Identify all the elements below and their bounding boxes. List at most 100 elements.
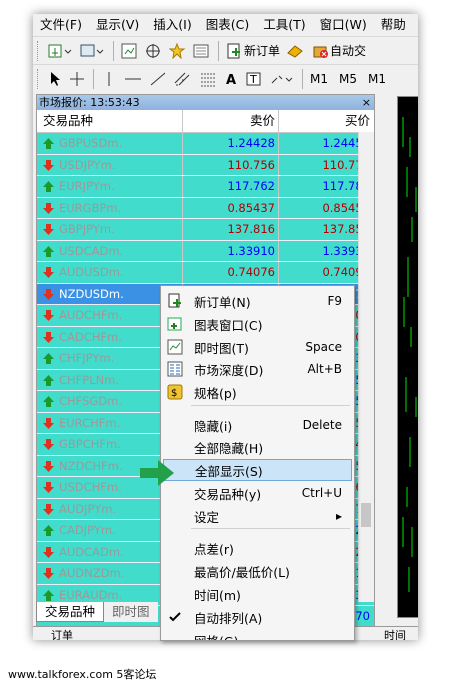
text-icon[interactable]: A (220, 68, 242, 90)
market-watch-icon[interactable] (118, 40, 142, 62)
down-arrow-icon (43, 460, 54, 472)
menu-item[interactable]: 交易品种(y) Ctrl+U (163, 482, 352, 504)
timeframe-m1[interactable]: M1 (307, 68, 331, 90)
timeframe-m15[interactable]: M1 (360, 68, 389, 90)
menu-item[interactable]: 网格(G) (163, 629, 352, 641)
menu-item[interactable]: $ 规格(p) (163, 381, 352, 403)
text-label-icon[interactable]: T (242, 68, 266, 90)
menu-view[interactable]: 显示(V) (89, 14, 146, 36)
menu-item-label: 规格(p) (194, 385, 237, 401)
market-watch-title-bar: 市场报价: 13:53:43 × (37, 95, 374, 110)
menu-item[interactable]: 图表窗口(C) (163, 313, 352, 335)
table-row[interactable]: GBPJPYm. 137.816 137.852 (37, 219, 374, 241)
table-row[interactable]: AUDUSDm. 0.74076 0.74094 (37, 262, 374, 284)
menu-window[interactable]: 窗口(W) (313, 14, 374, 36)
menu-item-label: 即时图(T) (194, 340, 249, 356)
spec-icon: $ (167, 384, 183, 400)
menu-insert[interactable]: 插入(I) (146, 14, 198, 36)
menu-item-shortcut: Delete (302, 418, 342, 432)
table-row[interactable]: GBPUSDm. 1.24428 1.24450 (37, 133, 374, 155)
depth-icon (167, 361, 183, 377)
menu-item-shortcut: Ctrl+U (301, 486, 342, 500)
menu-item[interactable]: 隐藏(i) Delete (163, 414, 352, 436)
terminal-time-label: 时间 (384, 629, 406, 640)
menu-tools[interactable]: 工具(T) (256, 14, 312, 36)
menu-item[interactable]: 点差(r) (163, 537, 352, 559)
menu-item[interactable]: 全部显示(S) (163, 459, 352, 481)
ask-column-header[interactable]: 买价 (278, 110, 374, 132)
standard-toolbar: 新订单 自动交 (33, 36, 418, 64)
menu-item-shortcut: Alt+B (307, 362, 342, 376)
menu-help[interactable]: 帮助 (374, 14, 413, 36)
navigator-icon[interactable] (142, 40, 166, 62)
menu-item[interactable]: 时间(m) (163, 583, 352, 605)
new-chart-icon[interactable] (45, 40, 77, 62)
favorites-icon[interactable] (166, 40, 190, 62)
row-symbol: EURJPYm. (59, 179, 115, 193)
new-order-icon (168, 293, 181, 308)
row-symbol: USDCADm. (59, 243, 124, 258)
table-row[interactable]: EURGBPm. 0.85437 0.85452 (37, 197, 374, 219)
menu-item-shortcut: Space (305, 340, 342, 354)
row-symbol: USDJPYm. (59, 157, 116, 172)
menu-item[interactable]: 全部隐藏(H) (163, 436, 352, 458)
up-arrow-icon (43, 353, 54, 364)
down-arrow-icon (43, 482, 54, 493)
toolbar-separator (302, 68, 303, 89)
terminal-icon[interactable] (190, 40, 214, 62)
new-order-label: 新订单 (244, 44, 281, 58)
menu-item[interactable]: 新订单(N) F9 (163, 290, 352, 312)
timeframe-m5[interactable]: M5 (331, 68, 360, 90)
vertical-scrollbar[interactable] (358, 132, 374, 602)
down-arrow-icon (43, 202, 54, 214)
arrows-icon[interactable] (266, 68, 298, 90)
menu-item[interactable]: 设定 ▸ (163, 505, 352, 527)
down-arrow-icon (43, 503, 54, 515)
up-arrow-icon (43, 589, 54, 601)
menu-item-label: 全部隐藏(H) (194, 440, 264, 456)
menu-item-label: 时间(m) (194, 587, 241, 603)
row-symbol: EURGBPm. (59, 200, 122, 215)
market-watch-header: 交易品种 卖价 买价 (37, 110, 374, 133)
menu-separator (191, 528, 350, 529)
menu-item-label: 最高价/最低价(L) (194, 564, 290, 580)
new-order-button[interactable]: 新订单 (223, 40, 283, 62)
menu-charts[interactable]: 图表(C) (199, 14, 256, 36)
menu-separator (191, 405, 350, 406)
profiles-icon[interactable] (77, 40, 109, 62)
menu-item[interactable]: 即时图(T) Space (163, 336, 352, 358)
menu-item-label: 隐藏(i) (194, 418, 233, 434)
chart-candles (402, 117, 417, 592)
vertical-line-icon[interactable] (98, 68, 120, 90)
tab-symbols[interactable]: 交易品种 (36, 602, 105, 622)
menu-item[interactable]: 最高价/最低价(L) (163, 560, 352, 582)
row-bid: 137.816 (182, 219, 278, 240)
svg-text:T: T (249, 73, 257, 86)
price-chart[interactable] (397, 96, 418, 618)
fibonacci-icon[interactable] (196, 68, 220, 90)
toolbar-grip (37, 40, 42, 61)
symbol-column-header[interactable]: 交易品种 (37, 110, 182, 132)
auto-trading-button[interactable]: 自动交 (309, 40, 369, 62)
menu-item[interactable]: 自动排列(A) (163, 606, 352, 628)
toolbar-grip (37, 68, 42, 89)
table-row[interactable]: USDJPYm. 110.756 110.774 (37, 154, 374, 176)
menu-file[interactable]: 文件(F) (33, 14, 89, 36)
crosshair-icon[interactable] (65, 68, 89, 90)
cursor-icon[interactable] (45, 68, 65, 90)
up-arrow-icon (43, 396, 54, 407)
channel-icon[interactable] (170, 68, 196, 90)
scrollbar-thumb[interactable] (361, 503, 371, 527)
table-row[interactable]: EURJPYm. 117.762 117.784 (37, 176, 374, 198)
close-icon[interactable]: × (362, 95, 371, 110)
bid-column-header[interactable]: 卖价 (182, 110, 278, 132)
tab-tick-chart[interactable]: 即时图 (104, 602, 158, 622)
horizontal-line-icon[interactable] (120, 68, 146, 90)
down-arrow-icon (43, 417, 54, 429)
trendline-icon[interactable] (146, 68, 170, 90)
table-row[interactable]: USDCADm. 1.33910 1.33932 (37, 240, 374, 262)
up-arrow-icon (43, 181, 54, 192)
menu-item[interactable]: 市场深度(D) Alt+B (163, 358, 352, 380)
metaeditor-icon[interactable] (283, 40, 309, 62)
terminal-orders-label: 订单 (51, 629, 73, 640)
